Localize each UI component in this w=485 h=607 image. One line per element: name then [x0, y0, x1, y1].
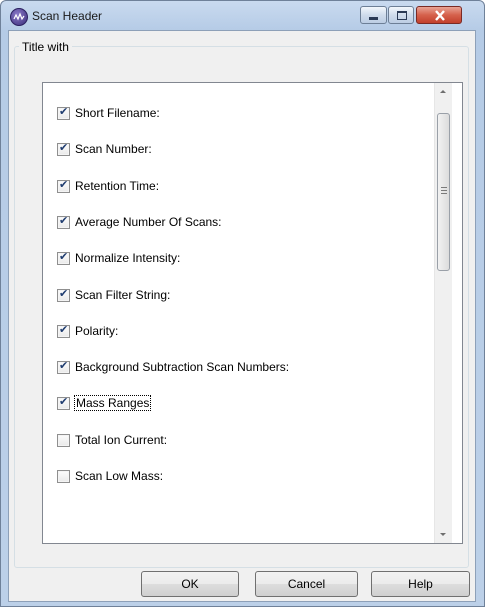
checkbox-label: Scan Number: [75, 142, 152, 156]
checkbox-label: Polarity: [75, 324, 119, 338]
checkbox-label: Scan Low Mass: [75, 469, 164, 483]
checkbox[interactable] [57, 287, 70, 302]
checkbox-item[interactable]: Retention Time: [57, 177, 159, 195]
cancel-button[interactable]: Cancel [255, 571, 358, 597]
grip-line [441, 190, 447, 191]
checkbox[interactable] [57, 141, 70, 156]
checkbox-list-items: Short Filename: Scan Number: Retention Tim… [43, 83, 433, 543]
help-button[interactable]: Help [371, 571, 470, 597]
app-logo-icon [10, 8, 28, 26]
title-bar[interactable]: Scan Header [1, 1, 484, 31]
checkbox-item[interactable]: Short Filename: [57, 104, 160, 122]
checkbox-item[interactable]: Mass Ranges [57, 394, 152, 412]
window-title: Scan Header [32, 9, 103, 23]
grip-line [441, 187, 447, 188]
grip-line [441, 193, 447, 194]
checkbox-label: Background Subtraction Scan Numbers: [75, 360, 290, 374]
checkbox[interactable] [57, 433, 70, 447]
checkbox[interactable] [57, 250, 70, 265]
checkbox[interactable] [57, 105, 70, 120]
checkbox-item[interactable]: Polarity: [57, 322, 118, 340]
checkbox-label: Retention Time: [75, 179, 160, 193]
checkbox-item[interactable]: Normalize Intensity: [57, 249, 180, 267]
checkbox-item[interactable]: Background Subtraction Scan Numbers: [57, 358, 289, 376]
close-button[interactable] [416, 6, 462, 24]
checkbox-label: Short Filename: [75, 106, 160, 120]
checkbox[interactable] [57, 395, 70, 410]
scroll-down-icon[interactable] [435, 526, 452, 543]
checkbox-label: Mass Ranges [73, 395, 152, 411]
close-icon [435, 10, 445, 21]
checkbox[interactable] [57, 359, 70, 374]
checkbox[interactable] [57, 469, 70, 483]
checkbox[interactable] [57, 178, 70, 193]
checkbox-item[interactable]: Scan Number: [57, 140, 152, 158]
minimize-button[interactable] [360, 6, 387, 24]
checkbox-label: Scan Filter String: [75, 288, 171, 302]
checkbox[interactable] [57, 214, 70, 229]
checkbox-label: Total Ion Current: [75, 433, 168, 447]
checkbox-item[interactable]: Scan Low Mass: [57, 467, 163, 485]
checkbox-label: Average Number Of Scans: [75, 215, 222, 229]
ok-button[interactable]: OK [141, 571, 239, 597]
scroll-up-icon[interactable] [435, 83, 452, 100]
checkbox-list[interactable]: Short Filename: Scan Number: Retention Tim… [42, 82, 463, 544]
checkbox-item[interactable]: Average Number Of Scans: [57, 213, 222, 231]
group-legend: Title with [19, 40, 72, 54]
maximize-button[interactable] [388, 6, 414, 24]
checkbox-item[interactable]: Total Ion Current: [57, 431, 167, 449]
checkbox-label: Normalize Intensity: [75, 251, 181, 265]
checkbox[interactable] [57, 323, 70, 338]
checkbox-item[interactable]: Scan Filter String: [57, 286, 170, 304]
vertical-scrollbar[interactable] [434, 83, 452, 543]
scrollbar-thumb[interactable] [437, 113, 450, 271]
